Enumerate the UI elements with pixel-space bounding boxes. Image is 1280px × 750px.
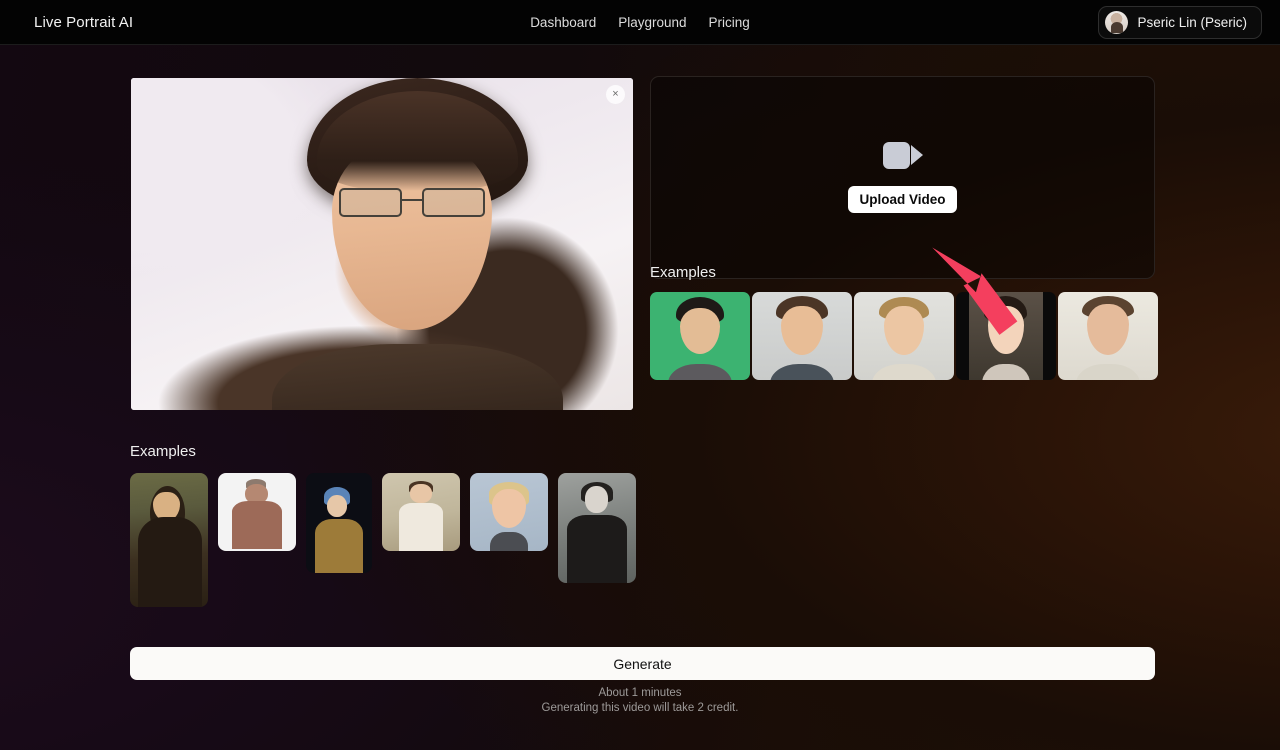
user-name-label: Pseric Lin (Pseric) xyxy=(1137,15,1247,30)
video-camera-icon xyxy=(883,142,923,169)
selected-portrait-preview[interactable]: × xyxy=(131,78,633,410)
portrait-shoulders xyxy=(272,344,563,410)
video-examples-title: Examples xyxy=(650,264,716,281)
portrait-glasses-icon xyxy=(339,188,485,218)
workspace: × Upload Video Examples xyxy=(0,45,1280,750)
upload-video-dropzone[interactable]: Upload Video xyxy=(650,76,1155,279)
image-example-mona-lisa[interactable] xyxy=(130,473,208,607)
video-example-5[interactable] xyxy=(1058,292,1158,380)
image-examples-list xyxy=(130,473,636,607)
video-example-1[interactable] xyxy=(650,292,750,380)
image-example-girl-with-pearl-earring[interactable] xyxy=(306,473,372,573)
generation-eta-label: About 1 minutes xyxy=(0,686,1280,701)
nav-item-playground[interactable]: Playground xyxy=(618,15,686,30)
close-icon[interactable]: × xyxy=(606,85,625,104)
user-menu-button[interactable]: Pseric Lin (Pseric) xyxy=(1098,6,1262,39)
image-example-child-portrait[interactable] xyxy=(382,473,460,551)
generate-button[interactable]: Generate xyxy=(130,647,1155,680)
image-example-animated-character[interactable] xyxy=(470,473,548,551)
glasses-lens-left xyxy=(339,188,402,218)
image-example-terracotta-warrior[interactable] xyxy=(218,473,296,551)
video-example-2[interactable] xyxy=(752,292,852,380)
image-example-einstein[interactable] xyxy=(558,473,636,583)
app-root: Live Portrait AI Dashboard Playground Pr… xyxy=(0,0,1280,750)
video-examples-list xyxy=(650,292,1158,380)
main-nav: Dashboard Playground Pricing xyxy=(530,15,750,30)
user-avatar xyxy=(1105,11,1128,34)
top-navbar: Live Portrait AI Dashboard Playground Pr… xyxy=(0,0,1280,45)
nav-item-dashboard[interactable]: Dashboard xyxy=(530,15,596,30)
glasses-lens-right xyxy=(422,188,485,218)
brand-logo[interactable]: Live Portrait AI xyxy=(34,14,133,31)
image-examples-title: Examples xyxy=(130,443,196,460)
portrait-photo xyxy=(131,78,633,410)
glasses-bridge xyxy=(402,199,422,202)
upload-video-button[interactable]: Upload Video xyxy=(848,186,956,213)
video-example-4[interactable] xyxy=(956,292,1056,380)
nav-item-pricing[interactable]: Pricing xyxy=(709,15,750,30)
video-example-3[interactable] xyxy=(854,292,954,380)
generation-credit-label: Generating this video will take 2 credit… xyxy=(0,701,1280,716)
